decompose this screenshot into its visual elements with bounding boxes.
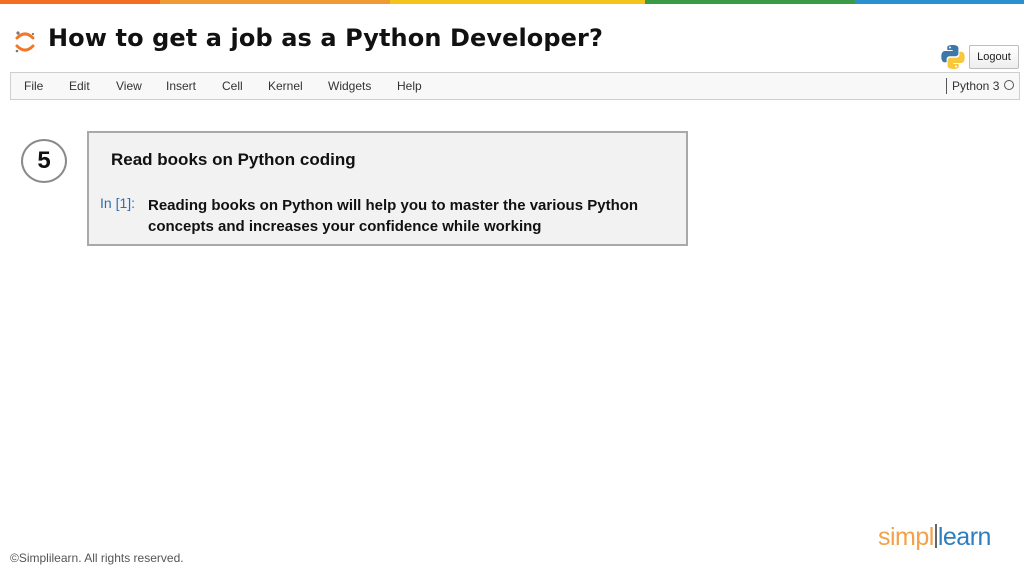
menu-widgets[interactable]: Widgets: [328, 79, 371, 93]
brand-right-text: learn: [937, 523, 992, 551]
logout-button[interactable]: Logout: [969, 45, 1019, 69]
kernel-indicator[interactable]: Python 3: [946, 78, 999, 94]
menu-edit[interactable]: Edit: [69, 79, 90, 93]
menu-file[interactable]: File: [24, 79, 43, 93]
simplilearn-logo: simpl learn: [878, 523, 991, 553]
menu-view[interactable]: View: [116, 79, 142, 93]
python-logo-icon: [941, 45, 965, 69]
page-title: How to get a job as a Python Developer?: [48, 24, 604, 52]
brand-separator: [934, 524, 937, 548]
notebook-cell[interactable]: Read books on Python coding In [1]: Read…: [87, 131, 688, 246]
input-prompt: In [1]:: [100, 195, 136, 211]
copyright-text: ©Simplilearn. All rights reserved.: [10, 551, 184, 565]
jupyter-logo-icon[interactable]: [14, 30, 36, 54]
kernel-status-icon: [1004, 80, 1014, 90]
cell-text: Reading books on Python will help you to…: [148, 197, 639, 235]
menu-cell[interactable]: Cell: [222, 79, 243, 93]
menu-kernel[interactable]: Kernel: [268, 79, 303, 93]
step-number-badge: 5: [21, 139, 67, 183]
brand-left-text: simpl: [878, 523, 934, 551]
notebook-header: How to get a job as a Python Developer? …: [0, 4, 1024, 72]
cell-heading: Read books on Python coding: [111, 150, 356, 169]
menu-bar: File Edit View Insert Cell Kernel Widget…: [10, 72, 1020, 100]
menu-help[interactable]: Help: [397, 79, 422, 93]
menu-insert[interactable]: Insert: [166, 79, 196, 93]
